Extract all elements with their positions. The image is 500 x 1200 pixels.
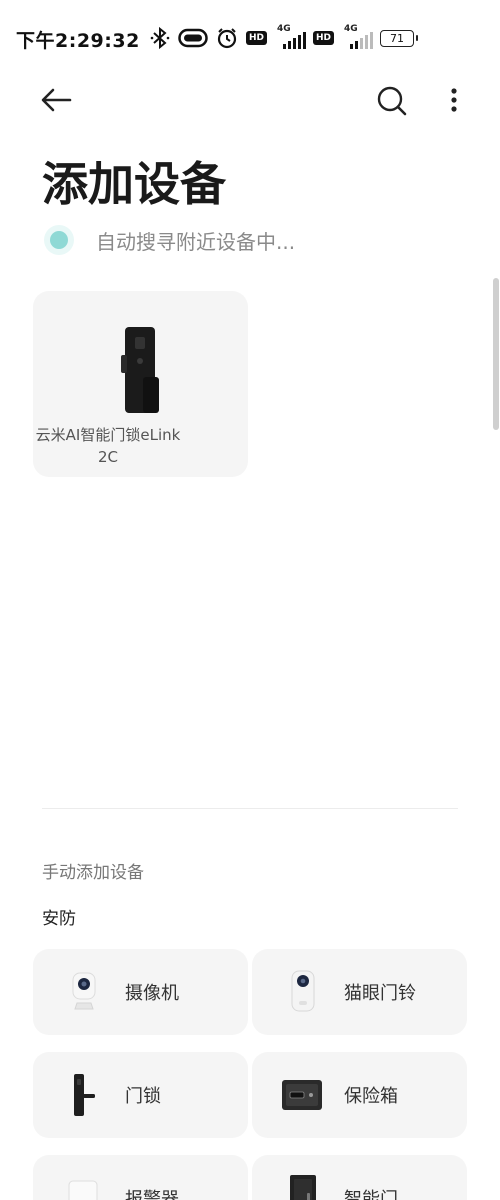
device-type-peephole-doorbell[interactable]: 猫眼门铃: [252, 949, 467, 1035]
hd-icon: HD: [246, 31, 268, 45]
device-type-camera[interactable]: 摄像机: [33, 949, 248, 1035]
page-title: 添加设备: [42, 157, 226, 211]
search-icon: [377, 86, 407, 116]
search-button[interactable]: [372, 82, 412, 122]
device-type-label: 摄像机: [125, 983, 179, 1004]
signal-icon: 4G: [342, 24, 374, 49]
discovered-device-name[interactable]: 云米AI智能门锁eLink 2C: [10, 424, 206, 468]
more-vertical-icon: [451, 88, 457, 112]
camera-icon: [72, 972, 96, 1010]
device-type-label: 保险箱: [344, 1086, 398, 1107]
device-type-label: 智能门: [344, 1189, 398, 1200]
alarm-sensor-icon: [68, 1180, 98, 1200]
scanning-text: 自动搜寻附近设备中...: [96, 229, 296, 254]
battery-icon: 71: [380, 29, 419, 47]
scrollbar[interactable]: [493, 278, 499, 430]
category-title: 安防: [42, 909, 76, 929]
alarm-icon: [216, 27, 238, 49]
signal-icon: 4G: [275, 24, 307, 49]
smart-door-icon: [290, 1175, 316, 1200]
scanning-indicator-icon: [50, 231, 68, 249]
smart-lock-icon: [121, 327, 159, 413]
status-time: 下午2:29:32: [16, 30, 140, 52]
manual-add-title: 手动添加设备: [42, 863, 144, 883]
device-name-line1: 云米AI智能门锁eLink: [35, 426, 181, 444]
device-type-door-lock[interactable]: 门锁: [33, 1052, 248, 1138]
device-type-safe[interactable]: 保险箱: [252, 1052, 467, 1138]
hd-icon: HD: [313, 31, 335, 45]
safe-icon: [282, 1080, 322, 1110]
scanning-status: 自动搜寻附近设备中...: [42, 224, 295, 256]
door-lock-icon: [74, 1074, 95, 1116]
device-type-label: 门锁: [125, 1086, 161, 1107]
peephole-doorbell-icon: [291, 970, 315, 1012]
device-type-label: 报警器: [125, 1189, 179, 1200]
status-bar: 下午2:29:32 HD 4G HD 4G 71: [0, 0, 500, 76]
back-button[interactable]: [36, 82, 76, 122]
device-type-smart-door[interactable]: 智能门: [252, 1155, 467, 1200]
device-type-label: 猫眼门铃: [344, 983, 416, 1004]
more-options-button[interactable]: [438, 82, 470, 122]
toggle-icon: [178, 27, 208, 49]
device-name-line2: 2C: [97, 448, 119, 466]
status-icons: HD 4G HD 4G 71: [150, 24, 419, 52]
device-type-alarm[interactable]: 报警器: [33, 1155, 248, 1200]
add-device-screen: 下午2:29:32 HD 4G HD 4G 71 添加设备 自动搜寻附近设备中.…: [0, 0, 500, 1200]
divider: [42, 808, 458, 809]
back-arrow-icon: [41, 88, 72, 112]
bluetooth-icon: [150, 26, 170, 50]
